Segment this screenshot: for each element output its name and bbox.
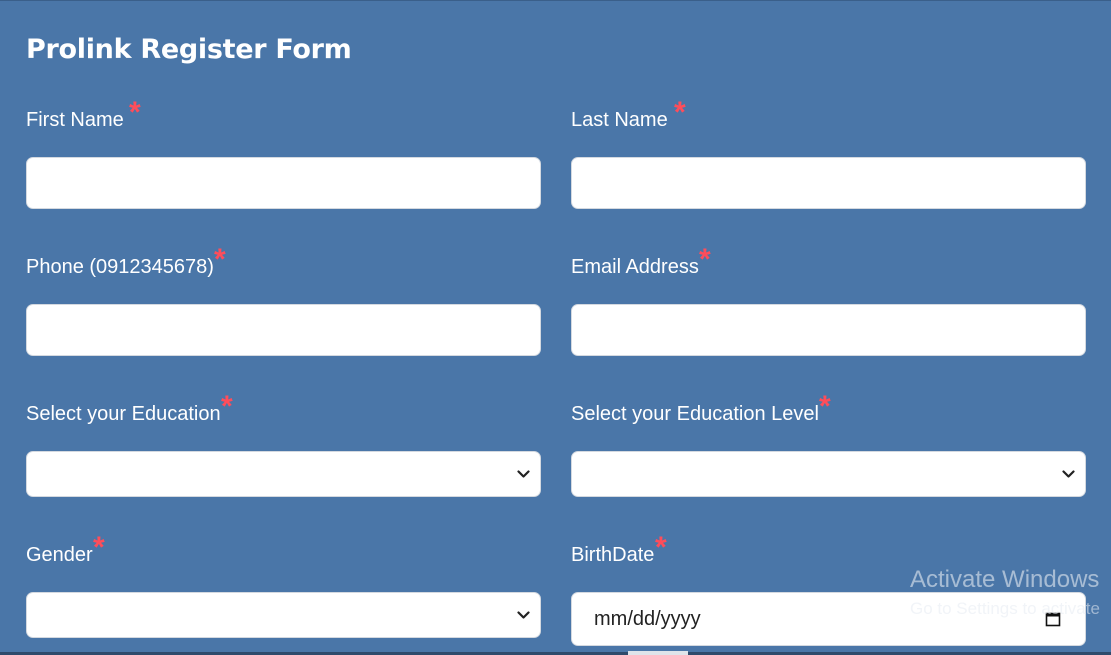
education-level-select[interactable] (571, 451, 1086, 497)
chevron-down-icon (517, 470, 530, 478)
education-level-required-mark: * (819, 390, 831, 423)
register-form-page: Prolink Register Form First Name * Last … (0, 0, 1111, 655)
first-name-required-mark: * (129, 96, 141, 129)
gender-select[interactable] (26, 592, 541, 638)
last-name-label: Last Name (571, 109, 668, 131)
email-label: Email Address (571, 256, 699, 278)
first-name-input[interactable] (26, 157, 541, 209)
activate-windows-title: Activate Windows (910, 566, 1100, 593)
phone-input[interactable] (26, 304, 541, 356)
chevron-down-icon (1062, 470, 1075, 478)
education-select[interactable] (26, 451, 541, 497)
birthdate-required-mark: * (655, 531, 667, 564)
activate-windows-subtitle: Go to Settings to activate (910, 599, 1100, 618)
last-name-required-mark: * (674, 96, 686, 129)
gender-label: Gender (26, 544, 93, 566)
birthdate-placeholder: mm/dd/yyyy (594, 608, 701, 630)
last-name-input[interactable] (571, 157, 1086, 209)
first-name-label: First Name (26, 109, 124, 131)
education-required-mark: * (221, 390, 233, 423)
education-level-label: Select your Education Level (571, 403, 819, 425)
birthdate-label: BirthDate (571, 544, 655, 566)
bottom-scroll-tab (628, 651, 688, 655)
chevron-down-icon (517, 611, 530, 619)
form-title: Prolink Register Form (26, 34, 352, 65)
phone-required-mark: * (214, 243, 226, 276)
phone-label: Phone (0912345678) (26, 256, 214, 278)
education-label: Select your Education (26, 403, 221, 425)
email-input[interactable] (571, 304, 1086, 356)
gender-required-mark: * (93, 531, 105, 564)
email-required-mark: * (699, 243, 711, 276)
